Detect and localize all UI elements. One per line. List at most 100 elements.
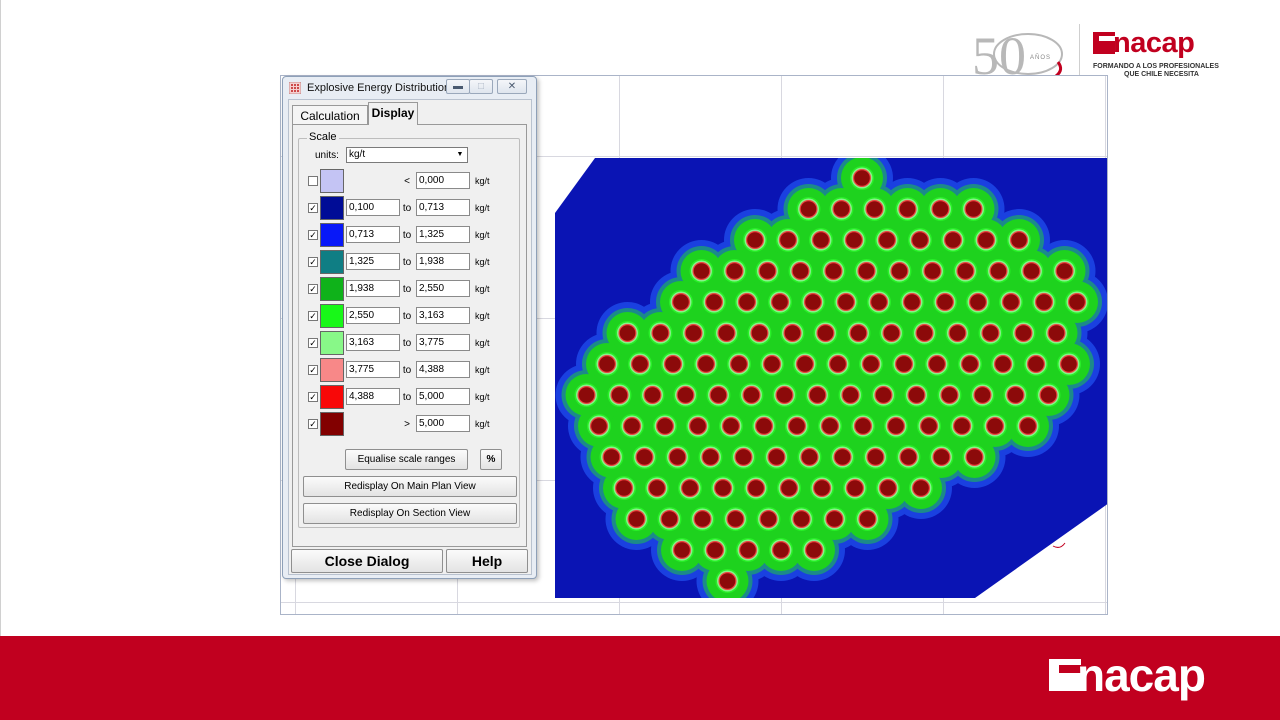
blast-hole[interactable] [793,511,810,527]
blast-hole[interactable] [693,263,710,279]
blast-hole[interactable] [809,387,826,403]
blast-hole[interactable] [847,480,863,496]
equalise-scale-ranges-button[interactable]: Equalise scale ranges [345,449,468,470]
blast-hole[interactable] [669,449,686,465]
blast-hole[interactable] [957,263,974,279]
blast-hole[interactable] [743,387,760,403]
blast-hole[interactable] [941,387,958,403]
blast-hole[interactable] [859,511,876,527]
blast-hole[interactable] [1056,263,1073,279]
color-swatch[interactable] [320,412,344,436]
blast-hole[interactable] [665,356,681,372]
blast-hole[interactable] [954,418,970,434]
blast-hole[interactable] [657,418,673,434]
scale-row-checkbox[interactable]: ✓ [308,230,318,240]
range-from-field[interactable]: 2,550 [346,307,400,324]
redisplay-section-button[interactable]: Redisplay On Section View [303,503,517,524]
blast-hole[interactable] [674,542,690,558]
blast-hole[interactable] [833,201,850,217]
percent-button[interactable]: % [480,449,502,470]
blast-hole[interactable] [768,449,785,465]
blast-hole[interactable] [764,356,780,372]
blast-hole[interactable] [974,387,991,403]
range-from-field[interactable]: 0,713 [346,226,400,243]
blast-hole[interactable] [899,201,916,217]
color-swatch[interactable] [320,250,344,274]
range-from-field[interactable]: 1,325 [346,253,400,270]
blast-hole[interactable] [1003,294,1019,310]
blast-hole[interactable] [682,480,698,496]
blast-hole[interactable] [727,511,744,527]
blast-hole[interactable] [965,201,982,217]
blast-hole[interactable] [706,294,722,310]
scale-row-checkbox[interactable]: ✓ [308,311,318,321]
blast-hole[interactable] [1011,232,1027,248]
blast-hole[interactable] [858,263,875,279]
blast-hole[interactable] [652,325,669,341]
blast-hole[interactable] [1023,263,1040,279]
blast-hole[interactable] [772,294,788,310]
blast-hole[interactable] [982,325,999,341]
range-to-field[interactable]: 5,000 [416,415,470,432]
color-swatch[interactable] [320,196,344,220]
range-to-field[interactable]: 3,163 [416,307,470,324]
blast-hole[interactable] [677,387,694,403]
blast-hole[interactable] [731,356,747,372]
blast-hole[interactable] [628,511,645,527]
blast-hole[interactable] [990,263,1007,279]
blast-hole[interactable] [863,356,879,372]
blast-hole[interactable] [822,418,838,434]
blast-hole[interactable] [710,387,727,403]
blast-hole[interactable] [1040,387,1057,403]
blast-hole[interactable] [673,294,689,310]
color-swatch[interactable] [320,277,344,301]
blast-hole[interactable] [747,232,763,248]
blast-hole[interactable] [789,418,805,434]
blast-hole[interactable] [784,325,801,341]
blast-hole[interactable] [1069,294,1085,310]
blast-hole[interactable] [685,325,702,341]
blast-hole[interactable] [1036,294,1052,310]
blast-hole[interactable] [751,325,768,341]
blast-hole[interactable] [632,356,648,372]
blast-hole[interactable] [806,542,822,558]
range-from-field[interactable]: 4,388 [346,388,400,405]
blast-hole[interactable] [854,170,870,186]
blast-hole[interactable] [719,573,736,589]
chevron-down-icon[interactable]: ▼ [454,149,466,161]
scale-row-checkbox[interactable]: ✓ [308,392,318,402]
color-swatch[interactable] [320,304,344,328]
blast-hole[interactable] [781,480,797,496]
blast-hole[interactable] [1048,325,1065,341]
blast-hole[interactable] [817,325,834,341]
blast-hole[interactable] [1028,356,1044,372]
blast-hole[interactable] [830,356,846,372]
blast-hole[interactable] [880,480,896,496]
blast-hole[interactable] [599,356,615,372]
blast-hole[interactable] [932,201,949,217]
blast-hole[interactable] [875,387,892,403]
energy-distribution-plot[interactable] [555,158,1108,598]
blast-hole[interactable] [867,449,884,465]
blast-hole[interactable] [694,511,711,527]
blast-hole[interactable] [866,201,883,217]
scale-row-checkbox[interactable]: ✓ [308,257,318,267]
range-from-field[interactable]: 1,938 [346,280,400,297]
blast-hole[interactable] [792,263,809,279]
blast-hole[interactable] [805,294,821,310]
blast-hole[interactable] [578,387,595,403]
range-to-field[interactable]: 4,388 [416,361,470,378]
blast-hole[interactable] [707,542,723,558]
blast-hole[interactable] [933,449,950,465]
range-to-field[interactable]: 1,938 [416,253,470,270]
blast-hole[interactable] [838,294,854,310]
blast-hole[interactable] [871,294,887,310]
blast-hole[interactable] [748,480,764,496]
blast-hole[interactable] [995,356,1011,372]
minimize-button[interactable]: ▬ [446,79,470,94]
blast-hole[interactable] [949,325,966,341]
blast-hole[interactable] [1007,387,1024,403]
blast-hole[interactable] [800,201,817,217]
blast-hole[interactable] [723,418,739,434]
blast-hole[interactable] [970,294,986,310]
